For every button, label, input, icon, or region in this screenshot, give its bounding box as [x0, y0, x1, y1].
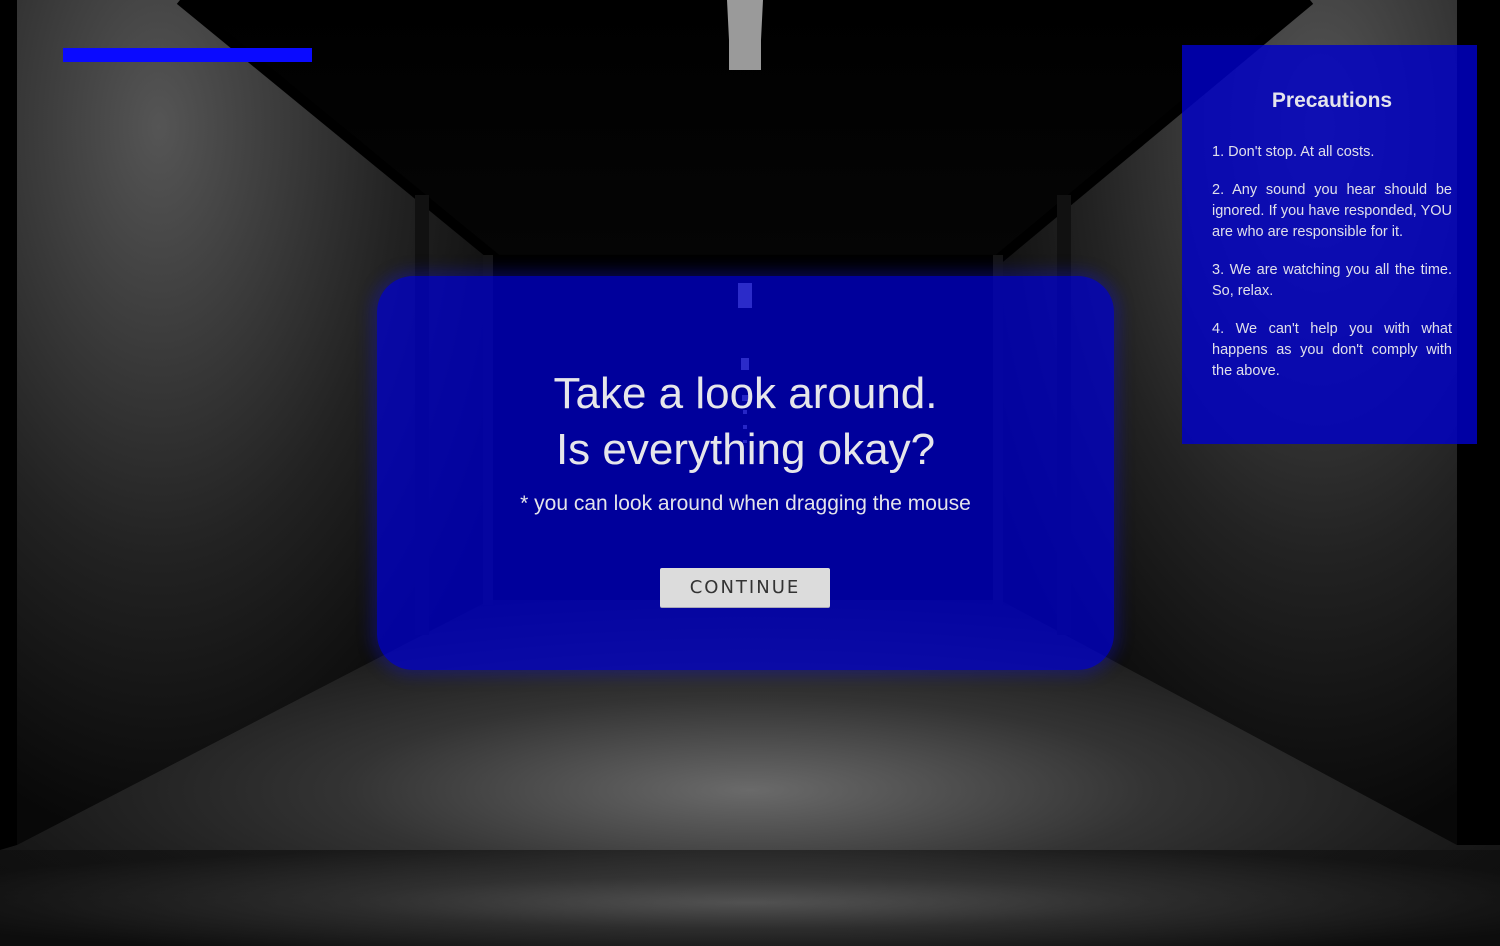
health-bar: [63, 48, 312, 62]
precaution-item: 3. We are watching you all the time. So,…: [1212, 262, 1452, 299]
continue-button[interactable]: CONTINUE: [660, 568, 830, 607]
intro-dialog: Take a look around. Is everything okay? …: [377, 276, 1114, 670]
precautions-list: 1. Don't stop. At all costs. 2. Any soun…: [1212, 142, 1452, 382]
precaution-item: 2. Any sound you hear should be ignored.…: [1212, 182, 1452, 240]
precaution-item: 4. We can't help you with what happens a…: [1212, 321, 1452, 379]
precautions-panel: Precautions 1. Don't stop. At all costs.…: [1182, 45, 1477, 444]
ceiling-light: [727, 0, 763, 70]
precautions-title: Precautions: [1271, 89, 1393, 112]
dialog-hint: * you can look around when dragging the …: [520, 492, 971, 515]
precaution-item: 1. Don't stop. At all costs.: [1212, 144, 1375, 160]
game-viewport[interactable]: Take a look around. Is everything okay? …: [0, 0, 1500, 946]
dialog-title: Take a look around. Is everything okay?: [553, 369, 938, 474]
